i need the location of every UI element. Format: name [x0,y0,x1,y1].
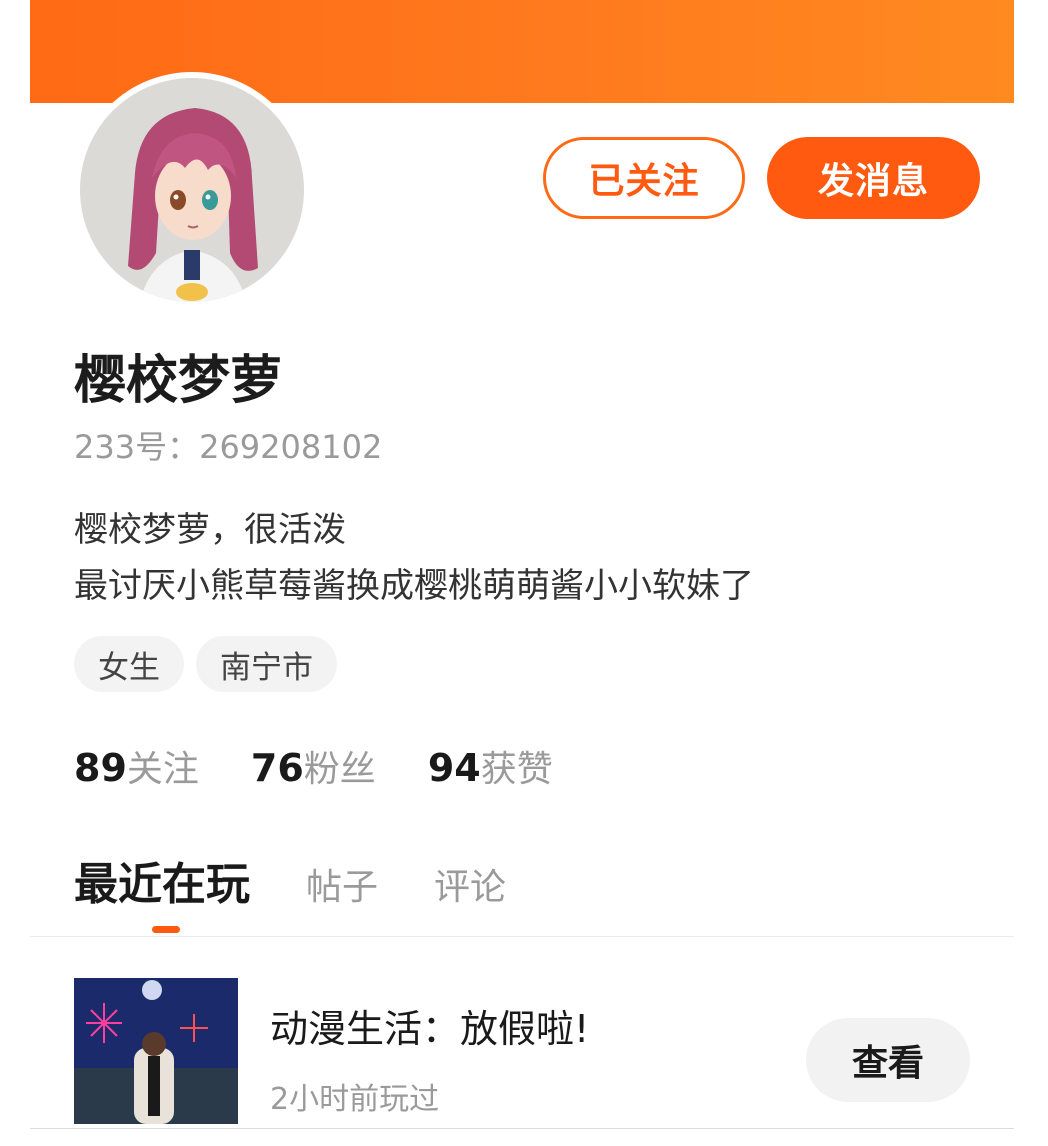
stat-following[interactable]: 89关注 [74,740,199,792]
recent-game-item[interactable]: 动漫生活：放假啦! 2小时前玩过 查看 [74,978,980,1128]
tab-recently-played[interactable]: 最近在玩 [74,848,250,912]
tab-posts[interactable]: 帖子 [306,858,378,910]
send-message-button[interactable]: 发消息 [767,137,980,219]
stat-label: 关注 [126,749,199,790]
follow-status-button[interactable]: 已关注 [543,137,745,219]
stat-label: 获赞 [480,749,553,790]
game-thumbnail[interactable] [74,978,238,1124]
divider [30,936,1014,937]
tag-gender: 女生 [74,636,184,692]
bio-line: 樱校梦萝，很活泼 [74,510,346,550]
active-tab-indicator [152,926,180,933]
profile-page: 已关注 发消息 樱校梦萝 233号：269208102 樱校梦萝，很活泼 最讨厌… [30,0,1014,1146]
anime-girl-avatar-image [80,78,304,302]
user-avatar[interactable] [74,72,310,308]
profile-tabs: 最近在玩 帖子 评论 [74,848,562,912]
game-last-played: 2小时前玩过 [270,1082,440,1117]
stat-number: 94 [427,746,481,790]
stat-followers[interactable]: 76粉丝 [251,740,376,792]
game-title: 动漫生活：放假啦! [270,1007,590,1051]
tab-comments[interactable]: 评论 [434,858,506,910]
bottom-divider [30,1128,1014,1129]
stat-likes[interactable]: 94获赞 [428,740,553,792]
bio-line: 最讨厌小熊草莓酱换成樱桃萌萌酱小小软妹了 [74,566,754,606]
profile-id: 233号：269208102 [74,428,383,466]
stat-number: 76 [250,746,304,790]
stat-number: 89 [74,746,127,790]
profile-tags: 女生 南宁市 [74,636,337,692]
profile-stats: 89关注 76粉丝 94获赞 [74,740,553,792]
view-game-button[interactable]: 查看 [806,1018,970,1102]
profile-bio: 樱校梦萝，很活泼 最讨厌小熊草莓酱换成樱桃萌萌酱小小软妹了 [74,502,754,614]
profile-name: 樱校梦萝 [74,351,283,411]
fireworks-night-scene-image [74,978,238,1124]
stat-label: 粉丝 [303,749,376,790]
tag-city: 南宁市 [196,636,337,692]
